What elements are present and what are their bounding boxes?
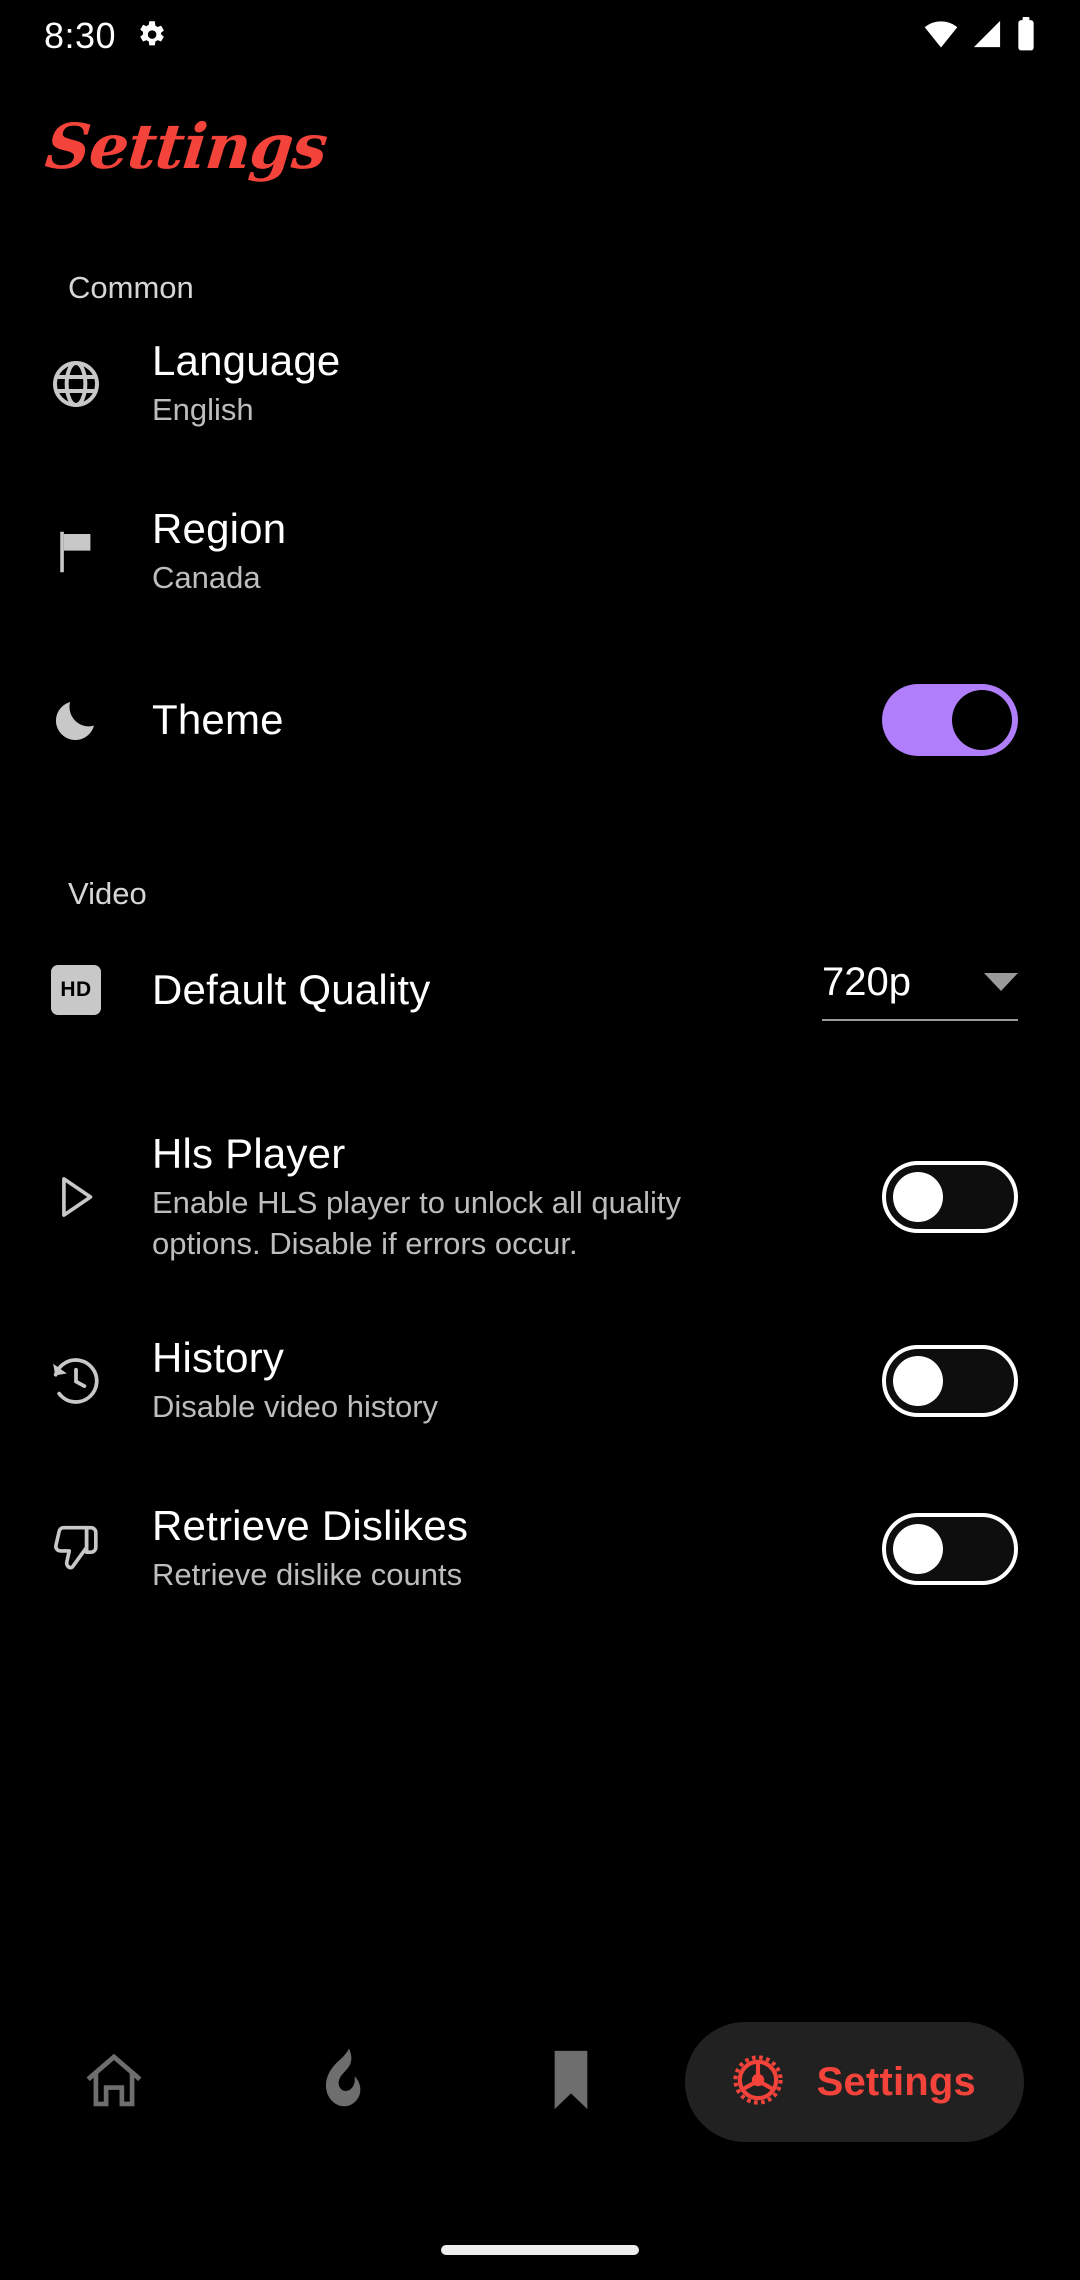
nav-item-settings[interactable]: Settings <box>684 2022 1025 2142</box>
row-subtitle: Canada <box>152 560 261 596</box>
row-subtitle: Disable video history <box>152 1388 439 1424</box>
nav-item-settings-label: Settings <box>816 2059 977 2104</box>
toggle-knob <box>952 690 1012 750</box>
status-time: 8:30 <box>44 15 117 56</box>
row-title: Retrieve Dislikes <box>152 1501 469 1549</box>
bookmark-icon <box>546 2045 596 2120</box>
toggle-knob <box>893 1523 943 1574</box>
thumb-down-icon <box>0 1520 152 1578</box>
hd-badge-icon: HD <box>0 965 152 1015</box>
settings-row-region[interactable]: Region Canada <box>0 500 1080 604</box>
toggle-knob <box>893 1172 943 1223</box>
settings-row-texts: Language English <box>152 337 1040 431</box>
flag-icon <box>0 525 152 579</box>
nav-item-trending[interactable] <box>228 2022 456 2142</box>
gear-icon <box>134 17 168 56</box>
row-title: Language <box>152 337 341 385</box>
status-bar-right <box>924 16 1036 56</box>
row-trailing: 720p <box>822 960 1040 1021</box>
settings-scroll-area[interactable]: Common Language English Region Canada Th… <box>0 270 1080 1966</box>
row-trailing <box>882 1512 1040 1585</box>
settings-row-texts: Hls Player Enable HLS player to unlock a… <box>152 1130 882 1265</box>
settings-row-texts: Default Quality <box>152 966 822 1013</box>
home-icon <box>79 2045 149 2120</box>
hd-badge-label: HD <box>51 965 101 1015</box>
wifi-icon <box>924 19 958 54</box>
battery-icon <box>1016 16 1036 56</box>
gear-icon <box>725 2047 791 2118</box>
nav-item-home[interactable] <box>0 2022 228 2142</box>
row-trailing <box>882 684 1040 756</box>
page-title: Settings <box>42 110 331 183</box>
play-triangle-icon <box>0 1168 152 1226</box>
settings-row-texts: Region Canada <box>152 505 1040 599</box>
row-subtitle: Enable HLS player to unlock all quality … <box>152 1185 682 1261</box>
row-trailing <box>882 1344 1040 1417</box>
settings-row-retrieve-dislikes[interactable]: Retrieve Dislikes Retrieve dislike count… <box>0 1497 1080 1601</box>
settings-row-texts: Retrieve Dislikes Retrieve dislike count… <box>152 1502 882 1596</box>
toggle-knob <box>893 1355 943 1406</box>
status-bar: 8:30 <box>0 0 1080 72</box>
row-subtitle: Retrieve dislike counts <box>152 1556 463 1592</box>
row-title: History <box>152 1333 285 1381</box>
row-title: Hls Player <box>152 1130 346 1177</box>
hls-player-toggle[interactable] <box>882 1161 1018 1234</box>
settings-row-language[interactable]: Language English <box>0 332 1080 436</box>
settings-row-history[interactable]: History Disable video history <box>0 1329 1080 1433</box>
app-screen: 8:30 Settings Common Language English Re… <box>0 0 1080 2280</box>
settings-row-texts: Theme <box>152 696 882 743</box>
flame-icon <box>311 2045 373 2120</box>
row-title: Theme <box>152 696 284 744</box>
chevron-down-icon <box>984 973 1018 991</box>
section-header-video: Video <box>68 876 147 911</box>
settings-row-theme[interactable]: Theme <box>0 668 1080 772</box>
globe-icon <box>0 356 152 412</box>
home-indicator <box>441 2245 639 2255</box>
bottom-navigation-bar: Settings <box>0 1966 1080 2280</box>
section-header-common: Common <box>68 270 194 305</box>
theme-toggle[interactable] <box>882 684 1018 756</box>
settings-row-hls-player[interactable]: Hls Player Enable HLS player to unlock a… <box>0 1130 1080 1265</box>
retrieve-dislikes-toggle[interactable] <box>882 1512 1018 1585</box>
moon-icon <box>0 693 152 747</box>
nav-item-bookmarks[interactable] <box>456 2022 684 2142</box>
history-toggle[interactable] <box>882 1344 1018 1417</box>
default-quality-dropdown[interactable]: 720p <box>822 960 1018 1021</box>
cellular-signal-icon <box>971 19 1003 54</box>
settings-row-texts: History Disable video history <box>152 1334 882 1428</box>
row-title: Default Quality <box>152 966 431 1014</box>
dropdown-value: 720p <box>822 959 911 1004</box>
row-title: Region <box>152 505 287 553</box>
settings-row-default-quality[interactable]: HD Default Quality 720p <box>0 938 1080 1042</box>
row-trailing <box>882 1161 1040 1234</box>
status-bar-left: 8:30 <box>44 15 168 57</box>
history-icon <box>0 1353 152 1409</box>
row-subtitle: English <box>152 392 254 428</box>
